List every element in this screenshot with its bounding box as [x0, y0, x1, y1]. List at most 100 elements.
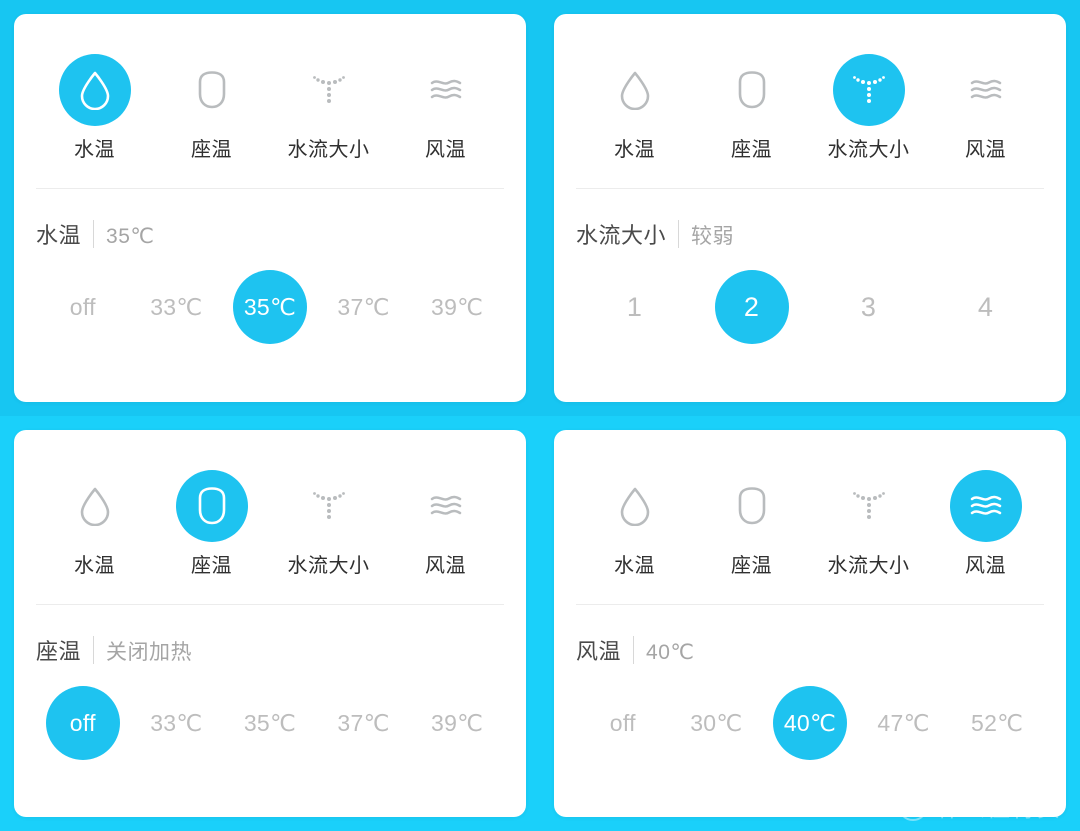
option-label[interactable]: 30℃ [679, 686, 753, 760]
water-spray-icon[interactable] [293, 54, 365, 126]
tab-label: 座温 [191, 139, 232, 161]
water-drop-icon[interactable] [59, 470, 131, 542]
tab-wind-waves[interactable]: 风温 [927, 470, 1044, 576]
option-item[interactable]: off [576, 686, 670, 760]
option-label[interactable]: 4 [949, 270, 1023, 344]
option-item[interactable]: off [36, 686, 130, 760]
option-label[interactable]: 35℃ [232, 270, 307, 344]
toilet-seat-icon[interactable] [176, 54, 248, 126]
tab-bar: 水温 座温 水流大小 风温 [554, 14, 1066, 160]
tab-toilet-seat[interactable]: 座温 [153, 470, 270, 576]
option-item[interactable]: 47℃ [857, 686, 951, 760]
wind-waves-icon[interactable] [950, 54, 1022, 126]
toilet-seat-icon[interactable] [175, 470, 248, 542]
option-item[interactable]: 35℃ [223, 686, 317, 760]
current-value-text: 关闭加热 [106, 641, 193, 664]
option-label[interactable]: 2 [714, 270, 789, 344]
water-drop-icon[interactable] [599, 470, 671, 542]
tab-label: 座温 [731, 139, 772, 161]
current-value-row: 水温 35℃ [14, 189, 526, 250]
option-label[interactable]: 37℃ [327, 270, 401, 344]
tab-label: 水流大小 [827, 555, 910, 577]
option-item[interactable]: off [36, 270, 130, 344]
option-label[interactable]: 40℃ [772, 686, 847, 760]
panel-cell: 水温 座温 水流大小 风温水温 35℃ off 33℃ 35℃ 37℃ 39℃ [0, 0, 540, 416]
wind-waves-icon[interactable] [410, 54, 482, 126]
option-label[interactable]: off [45, 686, 120, 760]
option-label[interactable]: 39℃ [420, 270, 494, 344]
option-label[interactable]: 35℃ [233, 686, 307, 760]
option-item[interactable]: 35℃ [223, 270, 317, 344]
option-item[interactable]: 1 [576, 270, 693, 344]
tab-wind-waves[interactable]: 风温 [387, 470, 504, 576]
option-label[interactable]: 33℃ [139, 686, 213, 760]
option-item[interactable]: 52℃ [950, 686, 1044, 760]
card-water-temperature: 水温 座温 水流大小 风温水温 35℃ off 33℃ 35℃ 37℃ 39℃ [14, 14, 526, 402]
tab-label: 水温 [614, 555, 655, 577]
option-row: off 30℃ 40℃ 47℃ 52℃ [554, 666, 1066, 760]
option-label[interactable]: off [46, 270, 120, 344]
value-separator [93, 636, 95, 664]
option-item[interactable]: 33℃ [130, 270, 224, 344]
current-value-label: 风温 [576, 639, 622, 664]
water-drop-icon[interactable] [58, 54, 131, 126]
tab-water-spray[interactable]: 水流大小 [810, 470, 927, 576]
tab-bar: 水温 座温 水流大小 风温 [14, 430, 526, 576]
current-value-row: 座温 关闭加热 [14, 605, 526, 666]
panel-cell: 水温 座温 水流大小 风温 座温 关闭加热 off 33℃ 35℃ 37℃ 39℃ [0, 416, 540, 831]
water-spray-icon[interactable] [293, 470, 365, 542]
option-label[interactable]: 39℃ [420, 686, 494, 760]
tab-toilet-seat[interactable]: 座温 [153, 54, 270, 160]
wind-waves-icon[interactable] [949, 470, 1022, 542]
option-item[interactable]: 40℃ [763, 686, 857, 760]
wind-waves-icon[interactable] [410, 470, 482, 542]
app-root: 水温 座温 水流大小 风温 水温 35℃ off 33℃ 35℃ 37℃ 39℃ 水温 座温 水流大小 风温… [0, 0, 1080, 831]
tab-toilet-seat[interactable]: 座温 [693, 470, 810, 576]
option-label[interactable]: off [586, 686, 660, 760]
option-item[interactable]: 39℃ [410, 270, 504, 344]
tab-water-drop[interactable]: 水温 [36, 54, 153, 160]
tab-label: 水流大小 [287, 139, 370, 161]
current-value-text: 35℃ [106, 225, 155, 248]
tab-label: 水流大小 [287, 555, 370, 577]
water-spray-icon[interactable] [833, 470, 905, 542]
option-item[interactable]: 4 [927, 270, 1044, 344]
tab-label: 风温 [965, 555, 1006, 577]
value-separator [93, 220, 95, 248]
option-item[interactable]: 37℃ [317, 270, 411, 344]
tab-water-drop[interactable]: 水温 [36, 470, 153, 576]
toilet-seat-icon[interactable] [716, 54, 788, 126]
tab-toilet-seat[interactable]: 座温 [693, 54, 810, 160]
current-value-text: 40℃ [646, 641, 695, 664]
card-water-flow: 水温 座温 水流大小 风温 水流大小 较弱 1 2 3 4 [554, 14, 1066, 402]
tab-wind-waves[interactable]: 风温 [927, 54, 1044, 160]
option-label[interactable]: 47℃ [867, 686, 941, 760]
tab-wind-waves[interactable]: 风温 [387, 54, 504, 160]
option-label[interactable]: 33℃ [139, 270, 213, 344]
tab-water-spray[interactable]: 水流大小 [270, 470, 387, 576]
option-item[interactable]: 2 [693, 270, 810, 344]
tab-water-drop[interactable]: 水温 [576, 470, 693, 576]
tab-label: 水流大小 [827, 139, 910, 161]
option-row: 1234 [554, 250, 1066, 344]
option-label[interactable]: 3 [832, 270, 906, 344]
water-spray-icon[interactable] [832, 54, 905, 126]
tab-water-drop[interactable]: 水温 [576, 54, 693, 160]
option-label[interactable]: 52℃ [960, 686, 1034, 760]
option-item[interactable]: 37℃ [317, 686, 411, 760]
option-label[interactable]: 37℃ [327, 686, 401, 760]
toilet-seat-icon[interactable] [716, 470, 788, 542]
tab-label: 水温 [74, 139, 115, 161]
tab-label: 风温 [425, 139, 466, 161]
tab-water-spray[interactable]: 水流大小 [810, 54, 927, 160]
current-value-text: 较弱 [691, 225, 735, 248]
option-label[interactable]: 1 [598, 270, 672, 344]
tab-water-spray[interactable]: 水流大小 [270, 54, 387, 160]
option-item[interactable]: 3 [810, 270, 927, 344]
option-item[interactable]: 33℃ [130, 686, 224, 760]
option-item[interactable]: 39℃ [410, 686, 504, 760]
water-drop-icon[interactable] [599, 54, 671, 126]
option-item[interactable]: 30℃ [670, 686, 764, 760]
value-separator [633, 636, 635, 664]
current-value-label: 座温 [36, 639, 82, 664]
